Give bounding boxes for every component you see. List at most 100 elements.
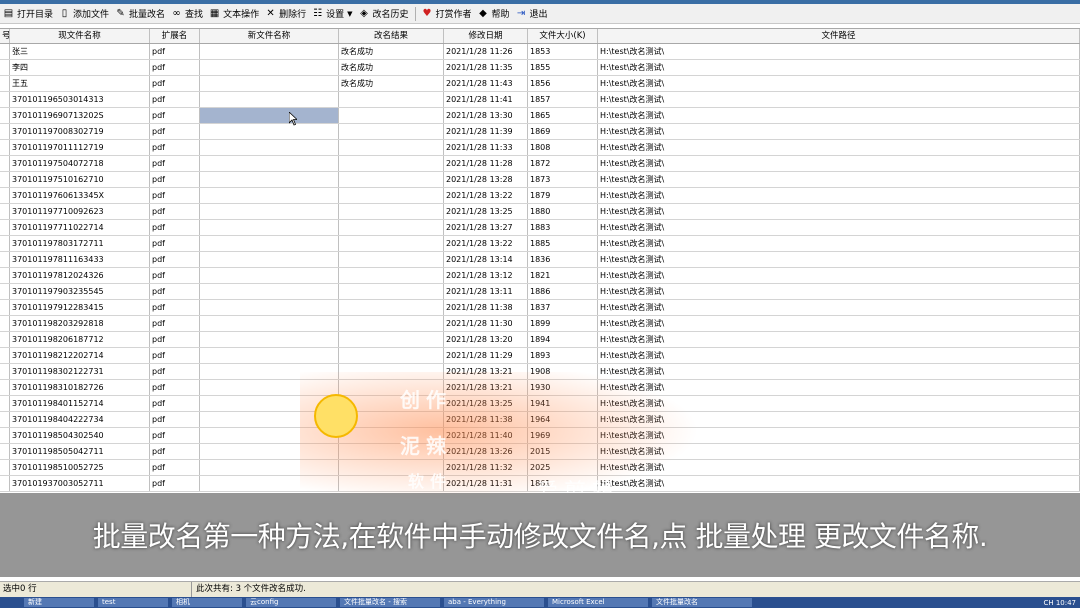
table-row[interactable]: 370101198504302540 pdf 2021/1/28 11:40 1969… <box>0 428 1080 444</box>
system-tray: CH 10:47 <box>1043 598 1076 607</box>
cell-new-name[interactable] <box>200 316 339 331</box>
taskbar-item[interactable]: 文件批量改名 <box>652 598 752 607</box>
cell-new-name[interactable] <box>200 92 339 107</box>
cell-new-name[interactable] <box>200 332 339 347</box>
cell-current-name: 370101197510162710 <box>10 172 150 187</box>
cell-index <box>0 92 10 107</box>
text-ops-button[interactable]: ▦ 文本操作 <box>206 5 262 23</box>
table-row[interactable]: 370101198310182726 pdf 2021/1/28 13:21 1930… <box>0 380 1080 396</box>
taskbar-item[interactable]: Microsoft Excel <box>548 598 648 607</box>
table-row[interactable]: 370101198401152714 pdf 2021/1/28 13:25 1941… <box>0 396 1080 412</box>
cell-new-name[interactable] <box>200 460 339 475</box>
table-row[interactable]: 370101198212202714 pdf 2021/1/28 11:29 1893… <box>0 348 1080 364</box>
cell-new-name[interactable] <box>200 108 339 123</box>
cell-new-name[interactable] <box>200 348 339 363</box>
cell-new-name[interactable] <box>200 44 339 59</box>
table-row[interactable]: 37010119760613345X pdf 2021/1/28 13:22 1879… <box>0 188 1080 204</box>
table-row[interactable]: 370101197711022714 pdf 2021/1/28 13:27 1883… <box>0 220 1080 236</box>
cell-new-name[interactable] <box>200 220 339 235</box>
table-row[interactable]: 370101197912283415 pdf 2021/1/28 11:38 1837… <box>0 300 1080 316</box>
cell-new-name[interactable] <box>200 252 339 267</box>
table-row[interactable]: 370101198206187712 pdf 2021/1/28 13:20 1894… <box>0 332 1080 348</box>
table-row[interactable]: 370101197812024326 pdf 2021/1/28 13:12 1821… <box>0 268 1080 284</box>
table-row[interactable]: 370101196503014313 pdf 2021/1/28 11:41 1857… <box>0 92 1080 108</box>
cell-new-name[interactable] <box>200 380 339 395</box>
table-row[interactable]: 370101198505042711 pdf 2021/1/28 13:26 2015… <box>0 444 1080 460</box>
cell-extension: pdf <box>150 268 200 283</box>
cell-file-path: H:\test\改名测试\ <box>598 412 1080 427</box>
cell-current-name: 370101198510052725 <box>10 460 150 475</box>
batch-rename-button[interactable]: ✎ 批量改名 <box>112 5 168 23</box>
exit-button[interactable]: ⇥ 退出 <box>513 5 551 23</box>
table-row[interactable]: 370101937003052711 pdf 2021/1/28 11:31 1861… <box>0 476 1080 492</box>
cell-file-size: 1855 <box>528 60 598 75</box>
folder-open-icon: ▤ <box>3 8 14 19</box>
table-row[interactable]: 370101197504072718 pdf 2021/1/28 11:28 1872… <box>0 156 1080 172</box>
cell-file-path: H:\test\改名测试\ <box>598 92 1080 107</box>
header-extension[interactable]: 扩展名 <box>150 29 200 43</box>
cell-current-name: 37010119760613345X <box>10 188 150 203</box>
table-row[interactable]: 370101197510162710 pdf 2021/1/28 13:28 1873… <box>0 172 1080 188</box>
table-row[interactable]: 370101197903235545 pdf 2021/1/28 13:11 1886… <box>0 284 1080 300</box>
header-file-size[interactable]: 文件大小(K) <box>528 29 598 43</box>
header-rename-result[interactable]: 改名结果 <box>339 29 444 43</box>
table-row[interactable]: 370101197011112719 pdf 2021/1/28 11:33 1808… <box>0 140 1080 156</box>
table-row[interactable]: 370101198510052725 pdf 2021/1/28 11:32 2025… <box>0 460 1080 476</box>
table-row[interactable]: 370101198404222734 pdf 2021/1/28 11:38 1964… <box>0 412 1080 428</box>
cell-new-name[interactable] <box>200 156 339 171</box>
taskbar-item[interactable]: 新建 <box>24 598 94 607</box>
help-button[interactable]: ◆ 帮助 <box>475 5 513 23</box>
rename-history-button[interactable]: ◈ 改名历史 <box>356 5 412 23</box>
header-file-path[interactable]: 文件路径 <box>598 29 1080 43</box>
cell-new-name[interactable] <box>200 428 339 443</box>
cell-new-name[interactable] <box>200 268 339 283</box>
taskbar-item[interactable]: aba - Everything <box>444 598 544 607</box>
cell-current-name: 王五 <box>10 76 150 91</box>
find-button[interactable]: ∞ 查找 <box>168 5 206 23</box>
cell-file-path: H:\test\改名测试\ <box>598 60 1080 75</box>
taskbar-item[interactable]: 文件批量改名 - 搜索 <box>340 598 440 607</box>
table-row[interactable]: 37010119690713202S pdf 2021/1/28 13:30 1865… <box>0 108 1080 124</box>
table-row[interactable]: 370101198203292818 pdf 2021/1/28 11:30 1899… <box>0 316 1080 332</box>
table-row[interactable]: 张三 pdf 改名成功 2021/1/28 11:26 1853 H:\test\改名测试… <box>0 44 1080 60</box>
tip-author-button[interactable]: ♥ 打赏作者 <box>419 5 475 23</box>
settings-button[interactable]: ☷ 设置 ▼ <box>309 5 355 23</box>
open-directory-button[interactable]: ▤ 打开目录 <box>0 5 56 23</box>
cell-new-name[interactable] <box>200 364 339 379</box>
taskbar-item[interactable]: 相机 <box>172 598 242 607</box>
header-current-name[interactable]: 现文件名称 <box>10 29 150 43</box>
table-row[interactable]: 370101197803172711 pdf 2021/1/28 13:22 1885… <box>0 236 1080 252</box>
table-row[interactable]: 370101198302122731 pdf 2021/1/28 13:21 1908… <box>0 364 1080 380</box>
taskbar-item[interactable]: 云config <box>246 598 336 607</box>
taskbar-item[interactable]: test <box>98 598 168 607</box>
table-row[interactable]: 370101197008302719 pdf 2021/1/28 11:39 1869… <box>0 124 1080 140</box>
cell-new-name[interactable] <box>200 444 339 459</box>
cell-index <box>0 364 10 379</box>
cell-new-name[interactable] <box>200 396 339 411</box>
add-file-button[interactable]: ▯ 添加文件 <box>56 5 112 23</box>
header-modified-date[interactable]: 修改日期 <box>444 29 528 43</box>
cell-new-name[interactable] <box>200 204 339 219</box>
cell-extension: pdf <box>150 348 200 363</box>
cell-new-name[interactable] <box>200 284 339 299</box>
cell-new-name[interactable] <box>200 140 339 155</box>
cell-rename-result: 改名成功 <box>339 76 444 91</box>
cell-new-name[interactable] <box>200 124 339 139</box>
cell-new-name[interactable] <box>200 236 339 251</box>
cell-new-name[interactable] <box>200 476 339 491</box>
header-new-name[interactable]: 新文件名称 <box>200 29 339 43</box>
table-row[interactable]: 李四 pdf 改名成功 2021/1/28 11:35 1855 H:\test\改名测试… <box>0 60 1080 76</box>
cell-new-name[interactable] <box>200 76 339 91</box>
table-row[interactable]: 王五 pdf 改名成功 2021/1/28 11:43 1856 H:\test\改名测试… <box>0 76 1080 92</box>
header-index[interactable]: 号 <box>0 29 10 43</box>
delete-row-button[interactable]: ✕ 删除行 <box>262 5 309 23</box>
cell-new-name[interactable] <box>200 172 339 187</box>
cell-new-name[interactable] <box>200 188 339 203</box>
cell-index <box>0 396 10 411</box>
table-row[interactable]: 370101197811163433 pdf 2021/1/28 13:14 1836… <box>0 252 1080 268</box>
cell-new-name[interactable] <box>200 412 339 427</box>
table-row[interactable]: 370101197710092623 pdf 2021/1/28 13:25 1880… <box>0 204 1080 220</box>
cell-modified-date: 2021/1/28 11:30 <box>444 316 528 331</box>
cell-new-name[interactable] <box>200 300 339 315</box>
cell-new-name[interactable] <box>200 60 339 75</box>
